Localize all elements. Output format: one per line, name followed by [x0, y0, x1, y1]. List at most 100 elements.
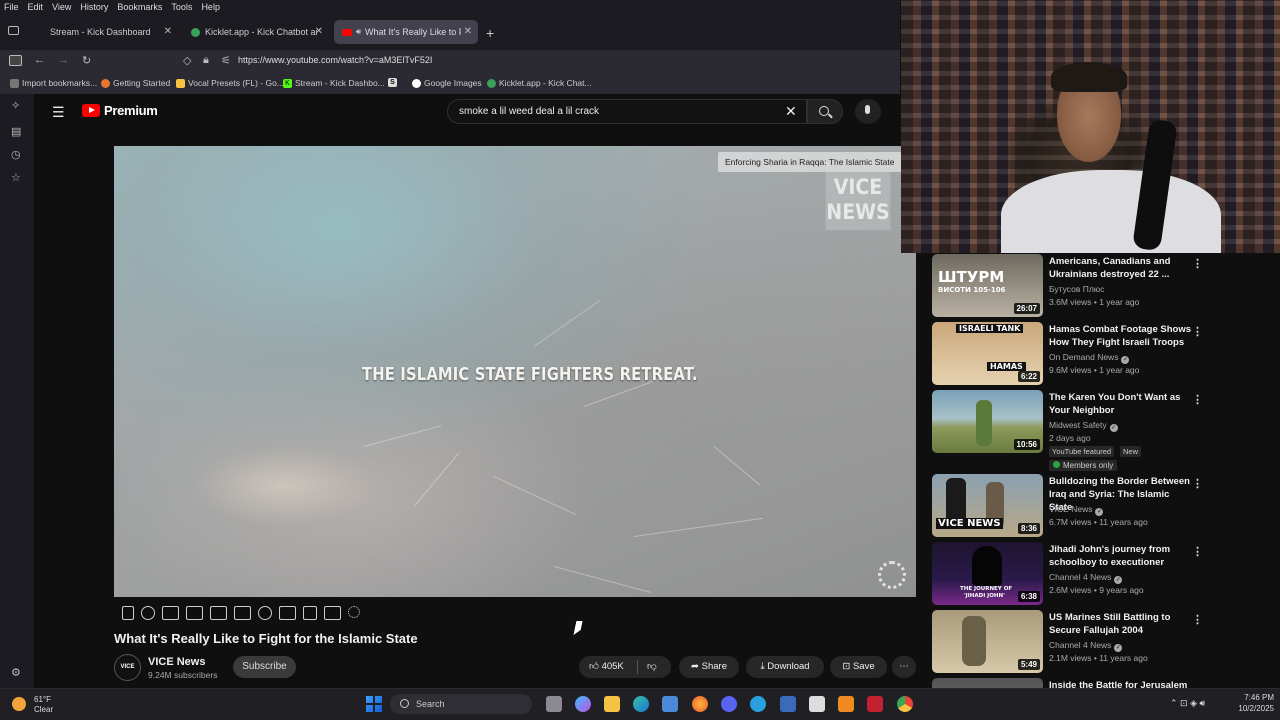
app-icon[interactable]	[809, 696, 825, 712]
tab-kicklet[interactable]: Kicklet.app - Kick Chatbot and C ✕	[183, 20, 329, 44]
more-options-icon[interactable]: ⋮	[1192, 257, 1203, 270]
tab-kick-dashboard[interactable]: Stream - Kick Dashboard ✕	[38, 20, 178, 44]
camera-icon[interactable]	[303, 606, 317, 620]
recommendation-title[interactable]: The Karen You Don't Want as Your Neighbo…	[1049, 391, 1191, 417]
info-card[interactable]: Enforcing Sharia in Raqqa: The Islamic S…	[718, 152, 919, 172]
recommendation-title[interactable]: Hamas Combat Footage Shows How They Figh…	[1049, 323, 1191, 349]
recommendation-title[interactable]: Jihadi John's journey from schoolboy to …	[1049, 543, 1191, 569]
bookmarks-star-icon[interactable]: ☆	[11, 171, 21, 184]
speed-icon[interactable]	[258, 606, 272, 620]
video-thumbnail[interactable]: THE JOURNEY OF 'JIHADI JOHN' 6:38	[932, 542, 1043, 605]
copilot-icon[interactable]	[575, 696, 591, 712]
url-field[interactable]: https://www.youtube.com/watch?v=aM3ElTvF…	[238, 55, 432, 65]
channel-avatar[interactable]: VICE News	[114, 654, 141, 695]
permissions-icon[interactable]: ⚟	[221, 54, 231, 67]
taskbar-search[interactable]: Search	[390, 694, 532, 714]
video-thumbnail[interactable]: ISRAELI TANK HAMAS 6:22	[932, 322, 1043, 385]
pip-icon[interactable]	[279, 606, 296, 620]
loop-icon[interactable]	[122, 606, 134, 620]
recommendation-item[interactable]: 5:49 US Marines Still Battling to Secure…	[932, 610, 1280, 674]
voice-search-button[interactable]	[855, 99, 881, 124]
recommendation-channel[interactable]: Бутусов Плюс	[1049, 284, 1104, 294]
settings-gear-icon[interactable]	[348, 606, 360, 618]
menu-icon[interactable]: ☰	[52, 104, 65, 121]
recommendation-title[interactable]: US Marines Still Battling to Secure Fall…	[1049, 611, 1191, 637]
menu-history[interactable]: History	[80, 2, 108, 12]
recommendation-item[interactable]: THE JOURNEY OF 'JIHADI JOHN' 6:38 Jihadi…	[932, 542, 1280, 606]
recommendation-item[interactable]: ISRAELI TANK HAMAS 6:22 Hamas Combat Foo…	[932, 322, 1280, 386]
reload-icon[interactable]: ↻	[82, 54, 91, 67]
more-options-icon[interactable]: ⋮	[1192, 477, 1203, 490]
app-icon[interactable]	[780, 696, 796, 712]
close-icon[interactable]: ✕	[464, 26, 472, 37]
more-options-icon[interactable]: ⋮	[1192, 545, 1203, 558]
clock[interactable]: 7:46 PM 10/2/2025	[1226, 692, 1274, 714]
task-view-icon[interactable]	[546, 696, 562, 712]
chrome-icon[interactable]	[897, 696, 913, 712]
filmstrip-icon[interactable]	[186, 606, 203, 620]
share-button[interactable]: ➦ Share	[679, 656, 739, 678]
like-button[interactable]: 👍︎ 405K	[589, 656, 624, 678]
clear-icon[interactable]: ✕	[785, 103, 797, 120]
menu-tools[interactable]: Tools	[171, 2, 192, 12]
ai-chatbot-icon[interactable]: ✧	[11, 99, 20, 112]
close-icon[interactable]: ✕	[164, 26, 172, 37]
bookmark-kick-dashboard[interactable]: K Stream - Kick Dashbo...	[283, 78, 385, 88]
youtube-logo[interactable]: Premium	[82, 103, 158, 118]
screenshot-icon[interactable]	[162, 606, 179, 620]
recommendation-channel[interactable]: Midwest Safety ✓	[1049, 420, 1118, 432]
recommendation-channel[interactable]: Channel 4 News ✓	[1049, 640, 1123, 652]
audio-icon[interactable]	[141, 606, 155, 620]
menu-edit[interactable]: Edit	[28, 2, 44, 12]
video-thumbnail[interactable]: 5:49	[932, 610, 1043, 673]
bookmark-kicklet[interactable]: Kicklet.app - Kick Chat...	[487, 78, 592, 88]
speaker-icon[interactable]: 🔊︎	[356, 27, 361, 37]
telegram-icon[interactable]	[750, 696, 766, 712]
channel-name[interactable]: VICE News	[148, 656, 205, 668]
synced-tabs-icon[interactable]: ▤	[11, 125, 21, 138]
search-input[interactable]: smoke a lil weed deal a lil crack	[447, 99, 807, 124]
bookmark-import[interactable]: Import bookmarks...	[10, 78, 97, 88]
save-button[interactable]: ⊡ Save	[830, 656, 887, 678]
tab-list-icon[interactable]	[8, 26, 19, 35]
tracking-shield-icon[interactable]: ◇	[183, 54, 191, 67]
recommendation-item[interactable]: VICE NEWS 8:36 Bulldozing the Border Bet…	[932, 474, 1280, 538]
search-button[interactable]	[807, 99, 843, 124]
miniplayer-icon[interactable]	[210, 606, 227, 620]
download-button[interactable]: ⤓ Download	[746, 656, 824, 678]
video-player[interactable]: THE ISLAMIC STATE FIGHTERS RETREAT. VICE…	[114, 146, 916, 597]
bookmark-vocal-presets[interactable]: Vocal Presets (FL) - Go...	[176, 78, 284, 88]
more-options-icon[interactable]: ⋮	[1192, 613, 1203, 626]
bookmark-getting-started[interactable]: Getting Started	[101, 78, 170, 88]
app-icon[interactable]	[867, 696, 883, 712]
video-thumbnail[interactable]: 10:56	[932, 390, 1043, 453]
system-tray[interactable]: ⌃ ⊡ ◈ 🔊︎	[1170, 698, 1205, 709]
back-icon[interactable]: ←	[34, 54, 45, 66]
close-icon[interactable]: ✕	[315, 26, 323, 37]
subscribe-button[interactable]: Subscribe	[233, 656, 296, 678]
bookmark-google-images[interactable]: Google Images	[412, 78, 482, 88]
dislike-button[interactable]: 👎︎	[647, 656, 657, 678]
vlc-icon[interactable]	[838, 696, 854, 712]
settings-gear-icon[interactable]: ⚙	[11, 666, 21, 679]
cinema-mode-icon[interactable]	[234, 606, 251, 620]
bookmark-s[interactable]: S	[388, 78, 397, 87]
menu-help[interactable]: Help	[201, 2, 220, 12]
video-thumbnail[interactable]: ШТУРМ ВИСОТИ 105-106 26:07	[932, 254, 1043, 317]
recommendation-channel[interactable]: Channel 4 News ✓	[1049, 572, 1123, 584]
menu-view[interactable]: View	[52, 2, 71, 12]
keyboard-icon[interactable]	[324, 606, 341, 620]
recommendation-channel[interactable]: VICE News ✓	[1049, 504, 1104, 516]
more-options-icon[interactable]: ⋮	[1192, 325, 1203, 338]
sidebar-toggle-icon[interactable]	[9, 55, 22, 66]
recommendation-title[interactable]: Americans, Canadians and Ukrainians dest…	[1049, 255, 1191, 281]
history-icon[interactable]: ◷	[11, 148, 21, 161]
windows-start-icon[interactable]	[366, 696, 382, 712]
firefox-icon[interactable]	[692, 696, 708, 712]
tab-youtube-video[interactable]: 🔊︎ What It's Really Like to Figh ✕	[334, 20, 478, 44]
new-tab-icon[interactable]: +	[486, 25, 494, 41]
more-options-icon[interactable]: ⋮	[1192, 393, 1203, 406]
menu-bookmarks[interactable]: Bookmarks	[117, 2, 162, 12]
recommendation-channel[interactable]: On Demand News ✓	[1049, 352, 1130, 364]
more-actions-button[interactable]: ⋯	[892, 656, 916, 678]
